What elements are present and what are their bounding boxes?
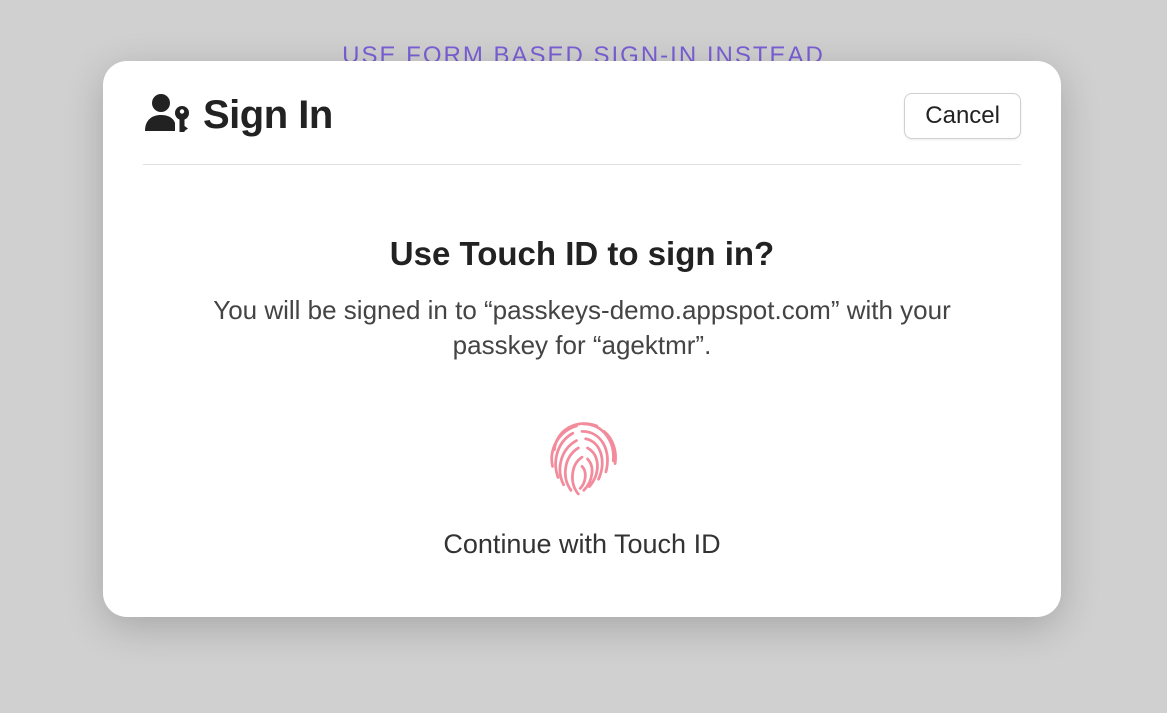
dialog-title: Sign In: [203, 93, 333, 138]
sign-in-dialog: Sign In Cancel Use Touch ID to sign in? …: [103, 61, 1061, 617]
continue-with-touch-id-label: Continue with Touch ID: [143, 529, 1021, 560]
dialog-title-group: Sign In: [143, 91, 333, 140]
cancel-button[interactable]: Cancel: [904, 93, 1021, 139]
dialog-header: Sign In Cancel: [143, 91, 1021, 165]
dialog-body: Use Touch ID to sign in? You will be sig…: [143, 165, 1021, 560]
touch-id-prompt-description: You will be signed in to “passkeys-demo.…: [202, 293, 962, 363]
touch-id-prompt-heading: Use Touch ID to sign in?: [143, 235, 1021, 273]
fingerprint-icon[interactable]: [143, 413, 1021, 505]
passkey-icon: [143, 91, 195, 140]
